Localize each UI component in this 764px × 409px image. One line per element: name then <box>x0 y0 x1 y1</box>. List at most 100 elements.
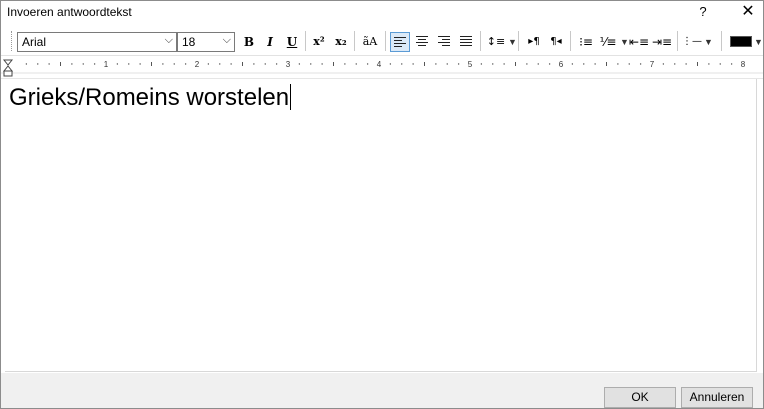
ruler-tick <box>457 63 460 65</box>
left-indent-marker[interactable] <box>3 70 13 77</box>
ok-button[interactable]: OK <box>604 387 676 408</box>
superscript-button[interactable]: x² <box>309 32 329 52</box>
ruler-tick <box>173 63 175 65</box>
increase-indent-icon: ⇥≡ <box>652 35 673 49</box>
align-right-button[interactable] <box>434 32 454 52</box>
ruler-tick <box>537 63 539 65</box>
align-left-icon <box>394 37 406 48</box>
ruler-tick <box>71 63 73 65</box>
right-to-left-icon: ¶◂ <box>550 36 562 47</box>
ruler-tick <box>412 63 414 65</box>
justify-button[interactable] <box>456 32 476 52</box>
ruler-tick <box>366 63 369 65</box>
numbered-list-dropdown-arrow[interactable]: ▼ <box>620 32 629 52</box>
numbered-list-button[interactable]: ⅟≡ <box>598 32 618 52</box>
ruler-tick <box>480 63 483 65</box>
ruler-tick <box>253 63 255 65</box>
ruler-tick <box>503 63 505 65</box>
underline-button[interactable]: U <box>282 32 302 52</box>
ruler-tick <box>639 63 642 65</box>
ruler-tick <box>571 63 574 65</box>
toolbar-separator <box>305 31 306 51</box>
ruler-tick <box>230 63 232 65</box>
ruler-tick <box>617 63 619 65</box>
ruler-tick <box>310 63 312 65</box>
align-center-icon <box>416 36 428 47</box>
ruler-tick <box>82 63 84 65</box>
numbered-list-icon: ⅟≡ <box>599 35 617 49</box>
ruler-tick <box>298 63 301 65</box>
text-editor-area[interactable]: Grieks/Romeins worstelen <box>5 79 757 372</box>
decrease-indent-button[interactable]: ⇤≡ <box>629 32 649 52</box>
ruler-tick <box>674 63 676 65</box>
ruler-label: 7 <box>650 60 655 69</box>
justify-icon <box>460 36 472 47</box>
font-name-combo[interactable]: Arial ⌵ <box>17 32 177 52</box>
ruler-tick <box>184 63 187 65</box>
rtl-button[interactable]: ¶◂ <box>546 32 566 52</box>
italic-button[interactable]: I <box>260 32 280 52</box>
toolbar-separator <box>677 31 678 51</box>
first-line-indent-marker[interactable] <box>2 59 14 66</box>
toolbar-separator <box>518 31 519 51</box>
ruler-tick <box>401 63 403 65</box>
line-spacing-dropdown-arrow[interactable]: ▼ <box>508 32 517 52</box>
ruler-tick <box>128 63 130 65</box>
toolbar-separator <box>385 31 386 51</box>
list-style-dropdown-arrow[interactable]: ▼ <box>704 32 713 52</box>
ltr-button[interactable]: ▸¶ <box>524 32 544 52</box>
ruler-tick <box>492 63 494 65</box>
ruler-graphic: 1 2 3 4 5 6 7 8 <box>1 59 763 77</box>
ruler-tick <box>344 63 346 65</box>
ruler-tick <box>93 63 96 65</box>
bullet-list-button[interactable]: ⁝≡ <box>576 32 596 52</box>
change-case-button[interactable]: ãA <box>360 32 380 52</box>
bold-button[interactable]: B <box>239 32 259 52</box>
hanging-indent-marker[interactable] <box>2 65 14 72</box>
ruler-label: 8 <box>741 60 746 69</box>
ruler-label: 3 <box>286 60 291 69</box>
ruler-tick <box>37 63 39 65</box>
ruler-label: 6 <box>559 60 564 69</box>
ruler-tick <box>685 63 687 65</box>
editor-content[interactable]: Grieks/Romeins worstelen <box>9 84 292 112</box>
ruler-tick <box>708 63 710 65</box>
chevron-down-icon: ⌵ <box>164 34 173 46</box>
toolbar-separator <box>721 31 722 51</box>
ruler-tick <box>275 63 278 65</box>
dialog-window: Invoeren antwoordtekst ? ✕ Arial ⌵ 18 ⌵ … <box>0 0 764 409</box>
ruler-tick <box>435 63 437 65</box>
chevron-down-icon: ⌵ <box>222 34 231 46</box>
ruler-label: 5 <box>468 60 473 69</box>
subscript-button[interactable]: x₂ <box>331 32 351 52</box>
ruler-tick <box>355 63 357 65</box>
ruler-tick <box>48 63 50 65</box>
text-color-dropdown-arrow[interactable]: ▼ <box>754 32 763 52</box>
ruler-tick <box>264 63 266 65</box>
title-bar: Invoeren antwoordtekst ? ✕ <box>1 1 763 23</box>
toolbar-separator <box>354 31 355 51</box>
increase-indent-button[interactable]: ⇥≡ <box>652 32 672 52</box>
ruler-tick <box>628 63 630 65</box>
help-button[interactable]: ? <box>694 3 712 21</box>
font-size-value: 18 <box>182 35 196 49</box>
decrease-indent-icon: ⇤≡ <box>629 35 650 49</box>
ruler-tick <box>594 63 596 65</box>
ruler-tick <box>116 63 119 65</box>
ruler-tick <box>548 63 551 65</box>
line-spacing-button[interactable]: ↕≡ <box>486 32 506 52</box>
font-size-combo[interactable]: 18 ⌵ <box>177 32 235 52</box>
align-center-button[interactable] <box>412 32 432 52</box>
ruler: 1 2 3 4 5 6 7 8 <box>1 57 763 79</box>
align-left-button[interactable] <box>390 32 410 52</box>
text-color-swatch[interactable] <box>730 36 752 47</box>
toolbar-grip[interactable] <box>11 31 14 51</box>
ruler-label: 4 <box>377 60 382 69</box>
cancel-button[interactable]: Annuleren <box>681 387 753 408</box>
ruler-label: 2 <box>195 60 200 69</box>
toolbar-separator <box>570 31 571 51</box>
close-button[interactable]: ✕ <box>737 2 759 22</box>
formatting-toolbar: Arial ⌵ 18 ⌵ B I U x² x₂ ãA ↕≡ ▼ ▸¶ ¶◂ ⁝… <box>1 23 763 56</box>
ruler-tick <box>321 63 323 65</box>
list-style-button[interactable]: ⋮— <box>682 32 702 52</box>
